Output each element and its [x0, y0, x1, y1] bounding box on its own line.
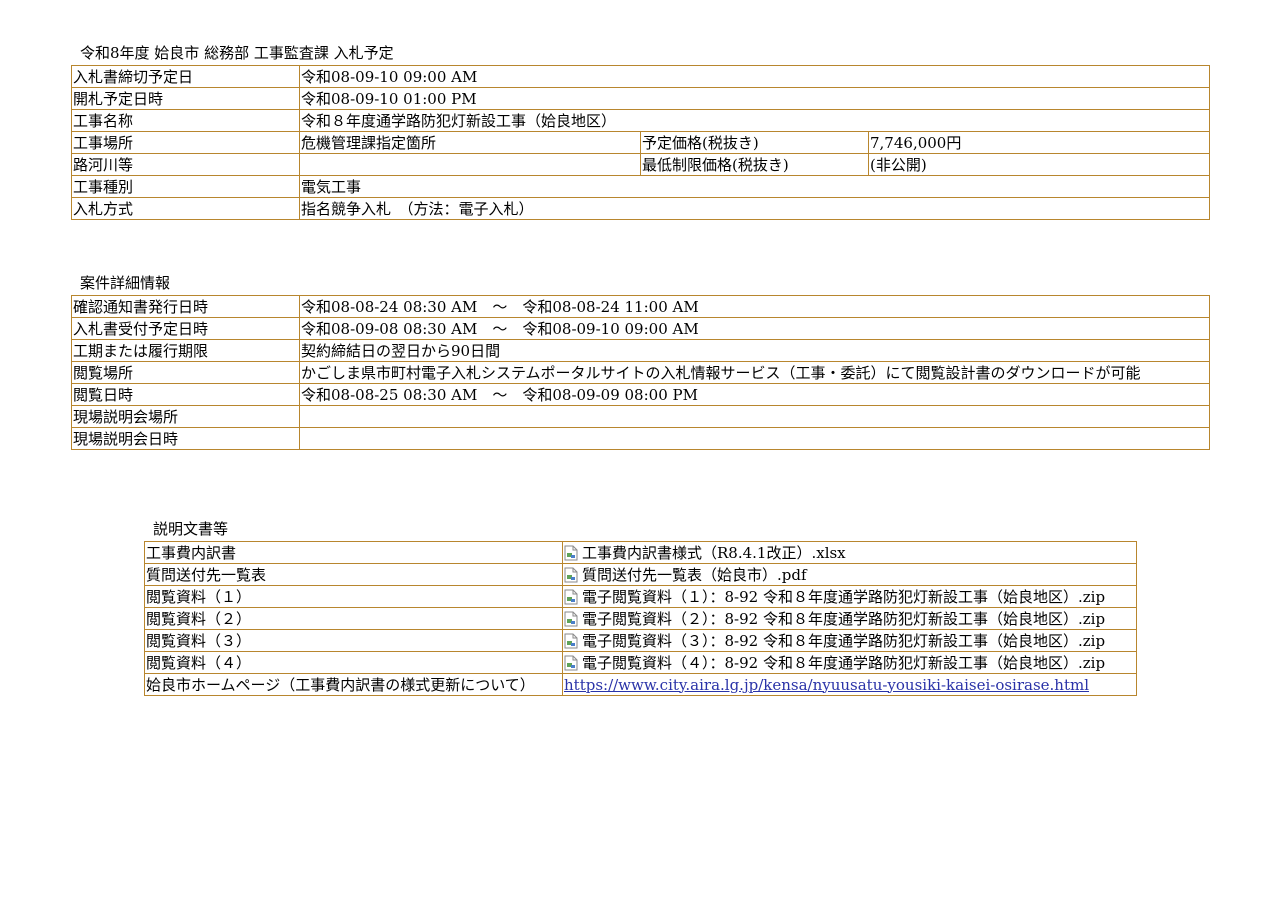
- broken-image-icon[interactable]: [564, 655, 578, 671]
- work-type-value: 電気工事: [299, 175, 1210, 198]
- work-name-value: 令和８年度通学路防犯灯新設工事（姶良地区）: [299, 109, 1210, 132]
- documents-table: 工事費内訳書 工事費内訳書様式（R8.4.1改正）.xlsx 質問送付先一覧表 …: [144, 541, 1137, 696]
- document-row: 閲覧資料（４） 電子閲覧資料（４）：8-92 令和８年度通学路防犯灯新設工事（姶…: [144, 651, 1137, 674]
- broken-image-icon[interactable]: [564, 633, 578, 649]
- document-file-cell[interactable]: 質問送付先一覧表（姶良市）.pdf: [562, 563, 1137, 586]
- document-file-name[interactable]: 質問送付先一覧表（姶良市）.pdf: [582, 566, 807, 584]
- document-row: 閲覧資料（２） 電子閲覧資料（２）：8-92 令和８年度通学路防犯灯新設工事（姶…: [144, 607, 1137, 630]
- broken-image-icon[interactable]: [564, 589, 578, 605]
- table-row: 開札予定日時 令和08-09-10 01:00 PM: [71, 87, 1210, 110]
- bid-reception-label: 入札書受付予定日時: [71, 317, 300, 340]
- document-label: 閲覧資料（４）: [144, 651, 563, 674]
- bid-method-value: 指名競争入札 （方法：電子入札）: [299, 197, 1210, 220]
- work-name-label: 工事名称: [71, 109, 300, 132]
- table-row: 入札方式 指名競争入札 （方法：電子入札）: [71, 197, 1210, 220]
- work-location-label: 工事場所: [71, 131, 300, 154]
- table-row: 路河川等 最低制限価格(税抜き) (非公開): [71, 153, 1210, 176]
- confirm-notice-value: 令和08-08-24 08:30 AM ～ 令和08-08-24 11:00 A…: [299, 295, 1210, 318]
- document-row: 工事費内訳書 工事費内訳書様式（R8.4.1改正）.xlsx: [144, 541, 1137, 564]
- viewing-date-value: 令和08-08-25 08:30 AM ～ 令和08-09-09 08:00 P…: [299, 383, 1210, 406]
- document-file-cell[interactable]: 工事費内訳書様式（R8.4.1改正）.xlsx: [562, 541, 1137, 564]
- document-file-cell[interactable]: 電子閲覧資料（２）：8-92 令和８年度通学路防犯灯新設工事（姶良地区）.zip: [562, 607, 1137, 630]
- homepage-link-cell: https://www.city.aira.lg.jp/kensa/nyuusa…: [562, 673, 1137, 696]
- table-row: 工事名称 令和８年度通学路防犯灯新設工事（姶良地区）: [71, 109, 1210, 132]
- document-label: 閲覧資料（３）: [144, 629, 563, 652]
- river-label: 路河川等: [71, 153, 300, 176]
- document-row: 閲覧資料（１） 電子閲覧資料（１）：8-92 令和８年度通学路防犯灯新設工事（姶…: [144, 585, 1137, 608]
- document-file-name[interactable]: 電子閲覧資料（１）：8-92 令和８年度通学路防犯灯新設工事（姶良地区）.zip: [582, 588, 1105, 606]
- homepage-link[interactable]: https://www.city.aira.lg.jp/kensa/nyuusa…: [564, 676, 1089, 694]
- river-value: [299, 153, 641, 176]
- viewing-date-label: 閲覧日時: [71, 383, 300, 406]
- document-row: 閲覧資料（３） 電子閲覧資料（３）：8-92 令和８年度通学路防犯灯新設工事（姶…: [144, 629, 1137, 652]
- bid-plan-caption: 令和8年度 姶良市 総務部 工事監査課 入札予定: [80, 44, 394, 62]
- viewing-place-label: 閲覧場所: [71, 361, 300, 384]
- document-label: 閲覧資料（１）: [144, 585, 563, 608]
- document-file-name[interactable]: 電子閲覧資料（２）：8-92 令和８年度通学路防犯灯新設工事（姶良地区）.zip: [582, 610, 1105, 628]
- period-label: 工期または履行期限: [71, 339, 300, 362]
- work-type-label: 工事種別: [71, 175, 300, 198]
- document-file-cell[interactable]: 電子閲覧資料（４）：8-92 令和８年度通学路防犯灯新設工事（姶良地区）.zip: [562, 651, 1137, 674]
- estimated-price-label: 予定価格(税抜き): [640, 131, 869, 154]
- table-row: 工事種別 電気工事: [71, 175, 1210, 198]
- deadline-value: 令和08-09-10 09:00 AM: [299, 65, 1210, 88]
- document-label: 質問送付先一覧表: [144, 563, 563, 586]
- deadline-label: 入札書締切予定日: [71, 65, 300, 88]
- opening-value: 令和08-09-10 01:00 PM: [299, 87, 1210, 110]
- table-row: 確認通知書発行日時 令和08-08-24 08:30 AM ～ 令和08-08-…: [71, 295, 1210, 318]
- details-caption: 案件詳細情報: [80, 274, 171, 292]
- document-row: 質問送付先一覧表 質問送付先一覧表（姶良市）.pdf: [144, 563, 1137, 586]
- table-row: 閲覧場所 かごしま県市町村電子入札システムポータルサイトの入札情報サービス（工事…: [71, 361, 1210, 384]
- site-briefing-place-label: 現場説明会場所: [71, 405, 300, 428]
- period-value: 契約締結日の翌日から90日間: [299, 339, 1210, 362]
- table-row: 閲覧日時 令和08-08-25 08:30 AM ～ 令和08-09-09 08…: [71, 383, 1210, 406]
- homepage-label: 姶良市ホームページ（工事費内訳書の様式更新について）: [144, 673, 563, 696]
- document-file-name[interactable]: 電子閲覧資料（４）：8-92 令和８年度通学路防犯灯新設工事（姶良地区）.zip: [582, 654, 1105, 672]
- document-file-name[interactable]: 電子閲覧資料（３）：8-92 令和８年度通学路防犯灯新設工事（姶良地区）.zip: [582, 632, 1105, 650]
- bid-reception-value: 令和08-09-08 08:30 AM ～ 令和08-09-10 09:00 A…: [299, 317, 1210, 340]
- bid-plan-table: 入札書締切予定日 令和08-09-10 09:00 AM 開札予定日時 令和08…: [71, 65, 1210, 220]
- broken-image-icon[interactable]: [564, 567, 578, 583]
- table-row: 工事場所 危機管理課指定箇所 予定価格(税抜き) 7,746,000円: [71, 131, 1210, 154]
- work-location-value: 危機管理課指定箇所: [299, 131, 641, 154]
- site-briefing-place-value: [299, 405, 1210, 428]
- document-label: 工事費内訳書: [144, 541, 563, 564]
- viewing-place-value: かごしま県市町村電子入札システムポータルサイトの入札情報サービス（工事・委託）に…: [299, 361, 1210, 384]
- minimum-price-label: 最低制限価格(税抜き): [640, 153, 869, 176]
- confirm-notice-label: 確認通知書発行日時: [71, 295, 300, 318]
- document-row: 姶良市ホームページ（工事費内訳書の様式更新について） https://www.c…: [144, 673, 1137, 696]
- details-table: 確認通知書発行日時 令和08-08-24 08:30 AM ～ 令和08-08-…: [71, 295, 1210, 450]
- table-row: 工期または履行期限 契約締結日の翌日から90日間: [71, 339, 1210, 362]
- document-file-cell[interactable]: 電子閲覧資料（１）：8-92 令和８年度通学路防犯灯新設工事（姶良地区）.zip: [562, 585, 1137, 608]
- documents-caption: 説明文書等: [153, 520, 229, 538]
- table-row: 現場説明会日時: [71, 427, 1210, 450]
- opening-label: 開札予定日時: [71, 87, 300, 110]
- document-file-name[interactable]: 工事費内訳書様式（R8.4.1改正）.xlsx: [582, 544, 846, 562]
- broken-image-icon[interactable]: [564, 611, 578, 627]
- estimated-price-value: 7,746,000円: [868, 131, 1210, 154]
- minimum-price-value: (非公開): [868, 153, 1210, 176]
- table-row: 現場説明会場所: [71, 405, 1210, 428]
- bid-method-label: 入札方式: [71, 197, 300, 220]
- site-briefing-date-label: 現場説明会日時: [71, 427, 300, 450]
- table-row: 入札書締切予定日 令和08-09-10 09:00 AM: [71, 65, 1210, 88]
- site-briefing-date-value: [299, 427, 1210, 450]
- document-file-cell[interactable]: 電子閲覧資料（３）：8-92 令和８年度通学路防犯灯新設工事（姶良地区）.zip: [562, 629, 1137, 652]
- document-label: 閲覧資料（２）: [144, 607, 563, 630]
- table-row: 入札書受付予定日時 令和08-09-08 08:30 AM ～ 令和08-09-…: [71, 317, 1210, 340]
- broken-image-icon[interactable]: [564, 545, 578, 561]
